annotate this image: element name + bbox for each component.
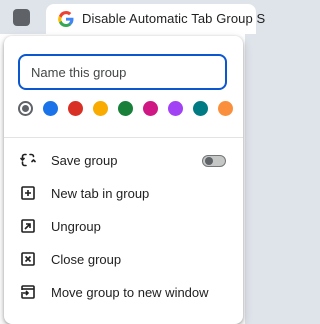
move-window-icon (21, 285, 35, 299)
tab-strip: Disable Automatic Tab Group S (0, 0, 265, 34)
group-name-input[interactable] (18, 54, 227, 90)
color-picker (18, 101, 233, 117)
save-group-label: Save group (51, 153, 118, 168)
color-option-yellow[interactable] (93, 101, 108, 116)
tab-group-chip[interactable] (13, 9, 30, 26)
tab-group-editor-bubble: Save group New tab in group Ungroup Clos… (4, 36, 243, 324)
color-option-red[interactable] (68, 101, 83, 116)
color-option-purple[interactable] (168, 101, 183, 116)
close-group-icon (21, 252, 35, 266)
color-option-green[interactable] (118, 101, 133, 116)
color-option-pink[interactable] (143, 101, 158, 116)
save-group-toggle[interactable] (202, 155, 226, 167)
new-tab-icon (21, 186, 35, 200)
toggle-knob (205, 157, 213, 165)
move-group-label: Move group to new window (51, 285, 209, 300)
ungroup-label: Ungroup (51, 219, 101, 234)
move-group-menu-item[interactable]: Move group to new window (4, 277, 243, 307)
close-group-menu-item[interactable]: Close group (4, 244, 243, 274)
save-group-menu-item[interactable]: Save group (4, 145, 243, 175)
color-option-blue[interactable] (43, 101, 58, 116)
divider (4, 137, 243, 138)
color-option-grey[interactable] (18, 101, 33, 116)
tab-title: Disable Automatic Tab Group S (82, 11, 266, 26)
browser-tab[interactable]: Disable Automatic Tab Group S (46, 4, 265, 34)
new-tab-in-group-menu-item[interactable]: New tab in group (4, 178, 243, 208)
save-group-icon (20, 153, 36, 167)
ungroup-icon (21, 219, 35, 233)
new-tab-in-group-label: New tab in group (51, 186, 150, 201)
ungroup-menu-item[interactable]: Ungroup (4, 211, 243, 241)
color-option-cyan[interactable] (193, 101, 208, 116)
color-option-orange[interactable] (218, 101, 233, 116)
google-g-icon (58, 11, 74, 27)
close-group-label: Close group (51, 252, 122, 267)
